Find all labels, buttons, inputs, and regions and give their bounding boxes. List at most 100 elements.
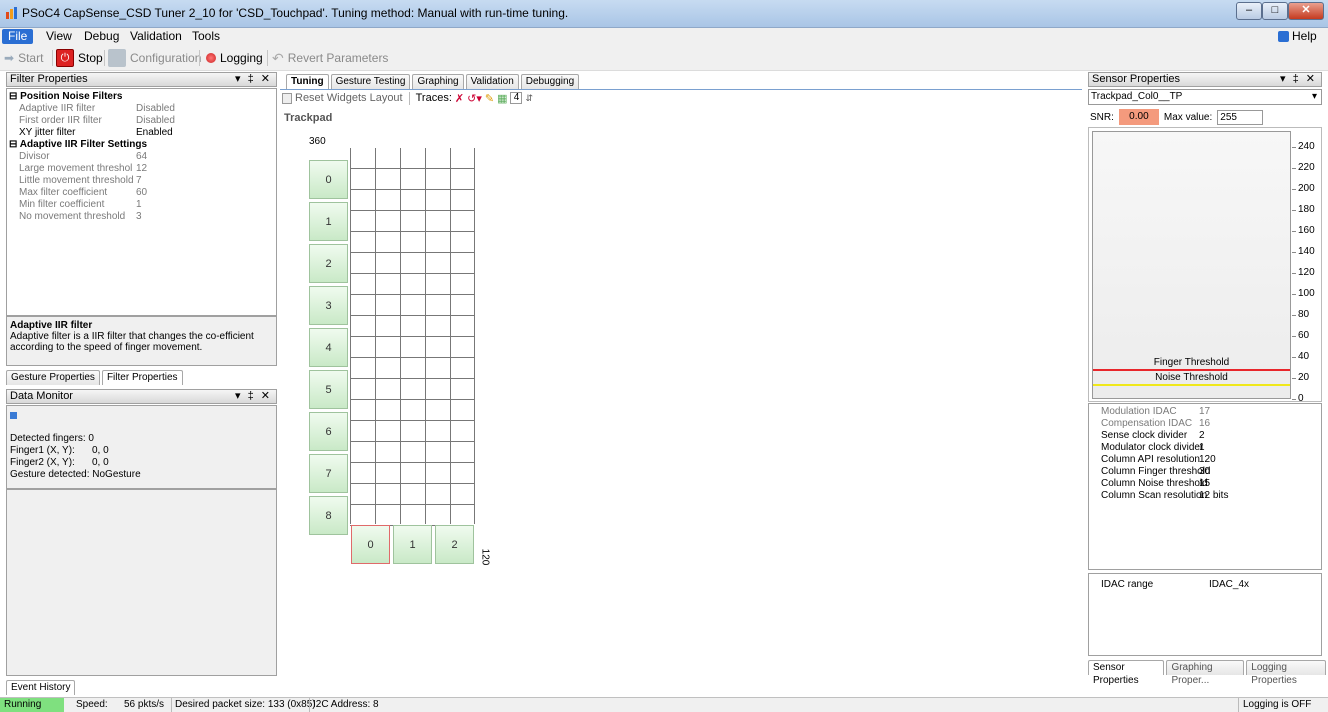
prop-row[interactable]: First order IIR filter Disabled — [7, 116, 276, 126]
traces-icon[interactable]: ✗ — [455, 92, 464, 105]
start-button[interactable]: ➡ Start — [4, 49, 43, 67]
row-sensor-button[interactable]: 3 — [309, 286, 348, 325]
tab-event-history[interactable]: Event History — [6, 680, 76, 695]
menu-validation[interactable]: Validation — [124, 29, 188, 44]
y-tick-label: 180 — [1298, 204, 1315, 215]
prop-row[interactable]: Large movement threshol 12 — [7, 164, 276, 174]
sensor-prop-row[interactable]: Compensation IDAC 16 — [1089, 419, 1321, 429]
row-sensor-button[interactable]: 0 — [309, 160, 348, 199]
noise-threshold-label: Noise Threshold — [1155, 372, 1228, 384]
column-sensor-button[interactable]: 2 — [435, 525, 474, 564]
category-adaptive-iir[interactable]: ⊟ Adaptive IIR Filter Settings — [7, 140, 276, 150]
y-tick — [1292, 273, 1296, 274]
tab-graphing-properties[interactable]: Graphing Proper... — [1166, 660, 1245, 686]
tab-gesture-properties[interactable]: Gesture Properties — [6, 370, 100, 385]
prop-row[interactable]: XY jitter filter Enabled — [7, 128, 276, 138]
sensor-prop-row[interactable]: Modulator clock divider 1 — [1089, 443, 1321, 453]
sensor-prop-row[interactable]: Modulation IDAC 17 — [1089, 407, 1321, 417]
trace-count-spinner[interactable]: ⇵ — [525, 93, 533, 104]
menu-tools[interactable]: Tools — [186, 29, 226, 44]
tab-graphing[interactable]: Graphing — [412, 74, 464, 89]
stop-button[interactable]: ⏻ Stop — [56, 49, 103, 67]
tab-tuning[interactable]: Tuning — [286, 74, 329, 89]
y-tick-label: 120 — [1298, 267, 1315, 278]
y-tick-label: 220 — [1298, 162, 1315, 173]
trace-count-input[interactable]: 4 — [510, 92, 523, 104]
y-tick-label: 20 — [1298, 372, 1310, 383]
sensor-prop-row[interactable]: Column API resolution 120 — [1089, 455, 1321, 465]
signal-y-axis: 240 220 200 180 160 140 120 100 80 60 40 20 0 — [1292, 131, 1322, 404]
revert-icon: ↶ — [272, 50, 284, 66]
row-sensor-button[interactable]: 2 — [309, 244, 348, 283]
close-button[interactable]: ✕ — [1288, 2, 1324, 20]
prop-row[interactable]: Min filter coefficient 1 — [7, 200, 276, 210]
tab-debugging[interactable]: Debugging — [520, 74, 580, 89]
configuration-button[interactable]: Configuration — [108, 49, 201, 67]
prop-row[interactable]: Divisor 64 — [7, 152, 276, 162]
status-bar: Running Speed: 56 pkts/s Desired packet … — [0, 697, 1328, 712]
tab-validation[interactable]: Validation — [465, 74, 519, 89]
sensor-prop-row[interactable]: Column Noise threshold 15 — [1089, 479, 1321, 489]
prop-row[interactable]: No movement threshold 3 — [7, 212, 276, 222]
prop-value: 12 bits — [1199, 490, 1229, 501]
column-sensor-button[interactable]: 0 — [351, 525, 390, 564]
menu-debug[interactable]: Debug — [78, 29, 125, 44]
logging-button[interactable]: Logging — [206, 49, 263, 67]
grid-line — [350, 399, 474, 400]
idac-panel: IDAC range IDAC_4x — [1088, 573, 1322, 656]
grid-line — [350, 441, 474, 442]
column-sensor-button[interactable]: 1 — [393, 525, 432, 564]
idac-value[interactable]: IDAC_4x — [1209, 579, 1249, 590]
revert-label: Revert Parameters — [287, 51, 389, 65]
grid-line — [474, 148, 475, 524]
panel-controls[interactable]: ▾ ‡ ✕ — [235, 390, 272, 403]
help-menu[interactable]: Help — [1272, 29, 1323, 44]
prop-row[interactable]: Adaptive IIR filter Disabled — [7, 104, 276, 114]
panel-controls[interactable]: ▾ ‡ ✕ — [235, 73, 272, 86]
brush-icon[interactable]: ✎ — [485, 92, 494, 105]
prop-row[interactable]: Max filter coefficient 60 — [7, 188, 276, 198]
row-sensor-button[interactable]: 1 — [309, 202, 348, 241]
max-value-input[interactable]: 255 — [1217, 109, 1264, 125]
row-sensor-button[interactable]: 7 — [309, 454, 348, 493]
menu-view[interactable]: View — [40, 29, 78, 44]
menu-file[interactable]: File — [2, 29, 34, 44]
prop-key: Modulator clock divider — [1101, 442, 1204, 453]
y-max-label: 360 — [309, 136, 326, 147]
sensor-prop-row[interactable]: Column Scan resolution 12 bits — [1089, 491, 1321, 501]
sensor-select-value: Trackpad_Col0__TP — [1091, 91, 1183, 102]
sensor-select[interactable]: Trackpad_Col0__TP ▾ — [1088, 89, 1322, 105]
trackpad-widget: 360 120 012345678012 — [300, 130, 500, 580]
prop-key: Column API resolution — [1101, 454, 1200, 465]
revert-parameters-button[interactable]: ↶ Revert Parameters — [272, 49, 388, 67]
reset-traces-icon[interactable]: ↺▾ — [467, 92, 482, 105]
tab-filter-properties[interactable]: Filter Properties — [101, 370, 183, 385]
sensor-bottom-tabs: Sensor Properties Graphing Proper... Log… — [1088, 660, 1328, 686]
sensor-prop-row[interactable]: Sense clock divider 2 — [1089, 431, 1321, 441]
tab-logging-properties[interactable]: Logging Properties — [1246, 660, 1326, 686]
row-sensor-button[interactable]: 5 — [309, 370, 348, 409]
row-sensor-button[interactable]: 6 — [309, 412, 348, 451]
sensor-prop-row[interactable]: Column Finger threshold 30 — [1089, 467, 1321, 477]
maximize-button[interactable]: □ — [1262, 2, 1288, 20]
y-tick-label: 160 — [1298, 225, 1315, 236]
panel-controls[interactable]: ▾ ‡ ✕ — [1280, 73, 1317, 86]
category-position-noise[interactable]: ⊟ Position Noise Filters — [7, 92, 276, 102]
signal-plot-area: Finger Threshold Noise Threshold — [1092, 131, 1291, 399]
help-label: Help — [1292, 29, 1317, 43]
grid-icon[interactable]: ▦ — [497, 92, 507, 105]
gear-icon — [108, 49, 126, 67]
prop-key: Column Noise threshold — [1101, 478, 1208, 489]
prop-row[interactable]: Little movement threshold 7 — [7, 176, 276, 186]
grid-line — [350, 294, 474, 295]
tab-gesture-testing[interactable]: Gesture Testing — [330, 74, 411, 89]
prop-key: Column Scan resolution — [1101, 490, 1208, 501]
prop-value: 2 — [1199, 430, 1205, 441]
reset-widgets-layout-button[interactable]: Reset Widgets Layout — [295, 92, 403, 104]
tab-sensor-properties[interactable]: Sensor Properties — [1088, 660, 1165, 686]
snr-label: SNR: — [1090, 111, 1114, 123]
trackpad-label: Trackpad — [284, 112, 333, 124]
row-sensor-button[interactable]: 4 — [309, 328, 348, 367]
row-sensor-button[interactable]: 8 — [309, 496, 348, 535]
minimize-button[interactable]: – — [1236, 2, 1262, 20]
